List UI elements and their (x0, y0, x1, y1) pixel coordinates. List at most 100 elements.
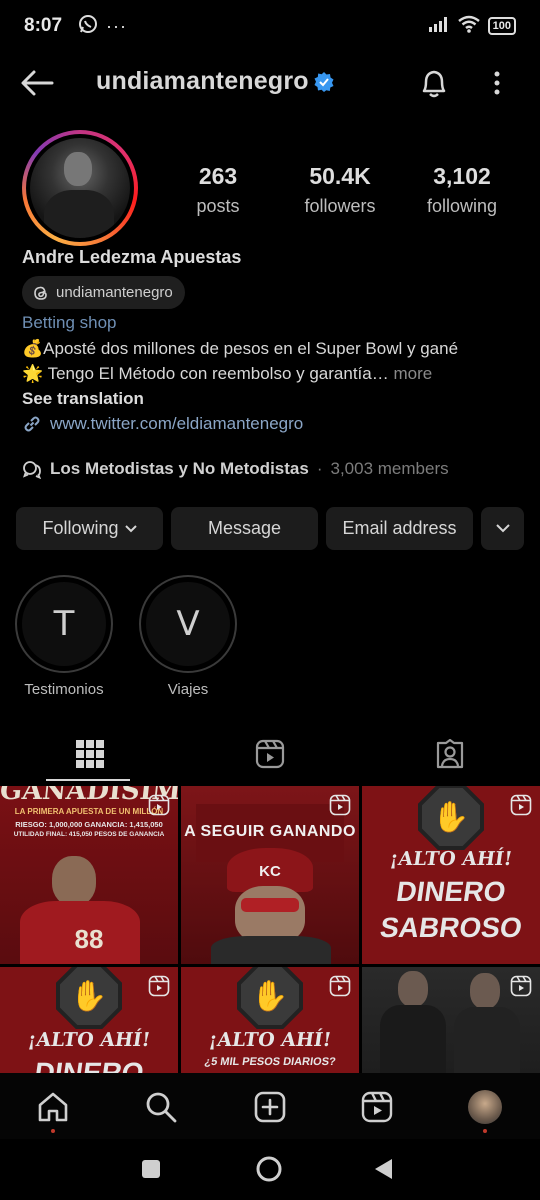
post-thumbnail[interactable]: ✋ ¡ALTO AHÍ! ¿5 MIL PESOS DIARIOS? (181, 967, 359, 1073)
post-thumbnail[interactable]: ✋ ¡ALTO AHÍ! DINERO SABROSO (362, 786, 540, 964)
post-thumbnail[interactable] (362, 967, 540, 1073)
broadcast-channel-link[interactable]: Los Metodistas y No Metodistas · 3,003 m… (22, 459, 449, 479)
channel-members: 3,003 members (330, 459, 449, 478)
threads-handle: undiamantenegro (56, 284, 173, 301)
add-post-icon (254, 1091, 286, 1123)
posts-number: 263 (198, 163, 238, 189)
message-button-label: Message (207, 518, 282, 538)
highlight-viajes[interactable]: V Viajes (139, 575, 237, 698)
reel-badge-icon (510, 794, 532, 816)
post-caption-line: ¡ALTO AHÍ! (388, 848, 514, 870)
reel-badge-icon (329, 794, 351, 816)
highlight-label: Testimonios (24, 681, 104, 698)
bottom-navigation (0, 1073, 540, 1139)
back-button[interactable] (20, 68, 54, 98)
chevron-down-icon (495, 524, 510, 533)
followers-count[interactable]: 50.4K followers (298, 163, 382, 217)
home-icon (38, 1092, 68, 1122)
post-caption-line: ¡ALTO AHÍ! (26, 1029, 152, 1051)
profile-content-tabs (0, 730, 540, 782)
threads-badge[interactable]: undiamantenegro (22, 276, 185, 309)
nav-home[interactable] (33, 1087, 73, 1133)
post-thumbnail[interactable]: A SEGUIR GANANDO KC (181, 786, 359, 964)
see-translation-link[interactable]: See translation (22, 389, 144, 409)
back-arrow-icon (21, 70, 54, 96)
bio-line-1: 💰Aposté dos millones de pesos en el Supe… (22, 339, 459, 358)
post-title: A SEGUIR GANANDO (184, 823, 356, 840)
post-person (470, 973, 500, 1009)
followers-number: 50.4K (309, 163, 371, 189)
search-icon (146, 1092, 177, 1123)
post-thumbnail[interactable]: GANADISIMO LA PRIMERA APUESTA DE UN MILL… (0, 786, 178, 964)
bio-more-link[interactable]: more (393, 364, 432, 383)
highlight-testimonios[interactable]: T Testimonios (15, 575, 113, 698)
bio-line-2: 🌟 Tengo El Método con reembolso y garant… (22, 364, 432, 384)
following-button[interactable]: Following (16, 507, 163, 550)
post-caption-line: SABROSO (378, 912, 525, 943)
back-system-button[interactable] (373, 1158, 395, 1185)
highlight-cover: V (146, 582, 230, 666)
reel-badge-icon (329, 975, 351, 997)
email-button[interactable]: Email address (326, 507, 473, 550)
post-caption-line: UTILIDAD FINAL: 415,050 PESOS DE GANANCI… (13, 831, 165, 838)
profile-avatar-story-ring[interactable] (22, 130, 138, 246)
link-icon (24, 416, 40, 432)
suggested-accounts-button[interactable] (481, 507, 524, 550)
following-count[interactable]: 3,102 following (420, 163, 504, 217)
home-system-button[interactable] (255, 1155, 283, 1188)
nav-profile[interactable] (465, 1087, 505, 1133)
more-options-button[interactable] (486, 68, 508, 98)
posts-count[interactable]: 263 posts (190, 163, 246, 217)
circle-home-icon (256, 1156, 282, 1182)
active-tab-indicator (46, 779, 130, 781)
notification-dot (51, 1129, 55, 1133)
highlight-cover: T (22, 582, 106, 666)
system-navigation-bar (0, 1139, 540, 1200)
status-time: 8:07 (24, 15, 63, 36)
tab-posts-grid[interactable] (0, 730, 180, 778)
post-caption-line: DINERO (394, 876, 508, 907)
website-url: www.twitter.com/eldiamantenegro (50, 414, 304, 433)
post-caption-line: RIESGO: 1,000,000 GANANCIA: 1,415,050 (15, 820, 163, 829)
avatar (468, 1090, 502, 1124)
post-caption-line: DINERO (32, 1057, 146, 1073)
followers-label: followers (304, 196, 376, 216)
tagged-person-icon (436, 739, 464, 769)
notification-dot (483, 1129, 487, 1133)
bio-line-2-text: 🌟 Tengo El Método con reembolso y garant… (22, 364, 389, 383)
more-notifications-icon: ··· (106, 15, 128, 36)
reels-icon (255, 739, 285, 769)
avatar (30, 138, 130, 238)
whatsapp-icon (78, 14, 98, 39)
notifications-button[interactable] (418, 66, 450, 100)
nav-create[interactable] (250, 1087, 290, 1127)
recent-apps-button[interactable] (141, 1159, 161, 1184)
tab-reels[interactable] (180, 730, 360, 778)
nav-reels[interactable] (357, 1087, 397, 1127)
chevron-down-icon (124, 524, 137, 532)
posts-grid: GANADISIMO LA PRIMERA APUESTA DE UN MILL… (0, 786, 540, 1073)
stop-hand-icon: ✋ (237, 967, 303, 1029)
reel-badge-icon (510, 975, 532, 997)
post-thumbnail[interactable]: ✋ ¡ALTO AHÍ! DINERO (0, 967, 178, 1073)
following-label: following (426, 196, 498, 216)
wifi-icon (457, 15, 480, 38)
reels-icon (361, 1091, 393, 1123)
cap-logo: KC (259, 863, 281, 880)
grid-icon (76, 740, 104, 768)
triangle-back-icon (375, 1159, 392, 1179)
verified-badge-icon (314, 72, 334, 92)
stop-hand-icon: ✋ (56, 967, 122, 1029)
bio-website-link[interactable]: www.twitter.com/eldiamantenegro (22, 414, 303, 434)
nav-search[interactable] (141, 1087, 181, 1127)
tab-tagged[interactable] (360, 730, 540, 778)
highlight-label: Viajes (167, 681, 209, 698)
post-person (52, 856, 96, 906)
status-bar: 8:07 ··· 100 (0, 0, 540, 52)
message-button[interactable]: Message (171, 507, 318, 550)
post-caption-line: ¡ALTO AHÍ! (207, 1029, 333, 1051)
threads-icon (34, 286, 47, 300)
profile-header: undiamantenegro (0, 58, 540, 108)
more-vertical-icon (494, 71, 500, 95)
profile-category: Betting shop (22, 313, 117, 332)
